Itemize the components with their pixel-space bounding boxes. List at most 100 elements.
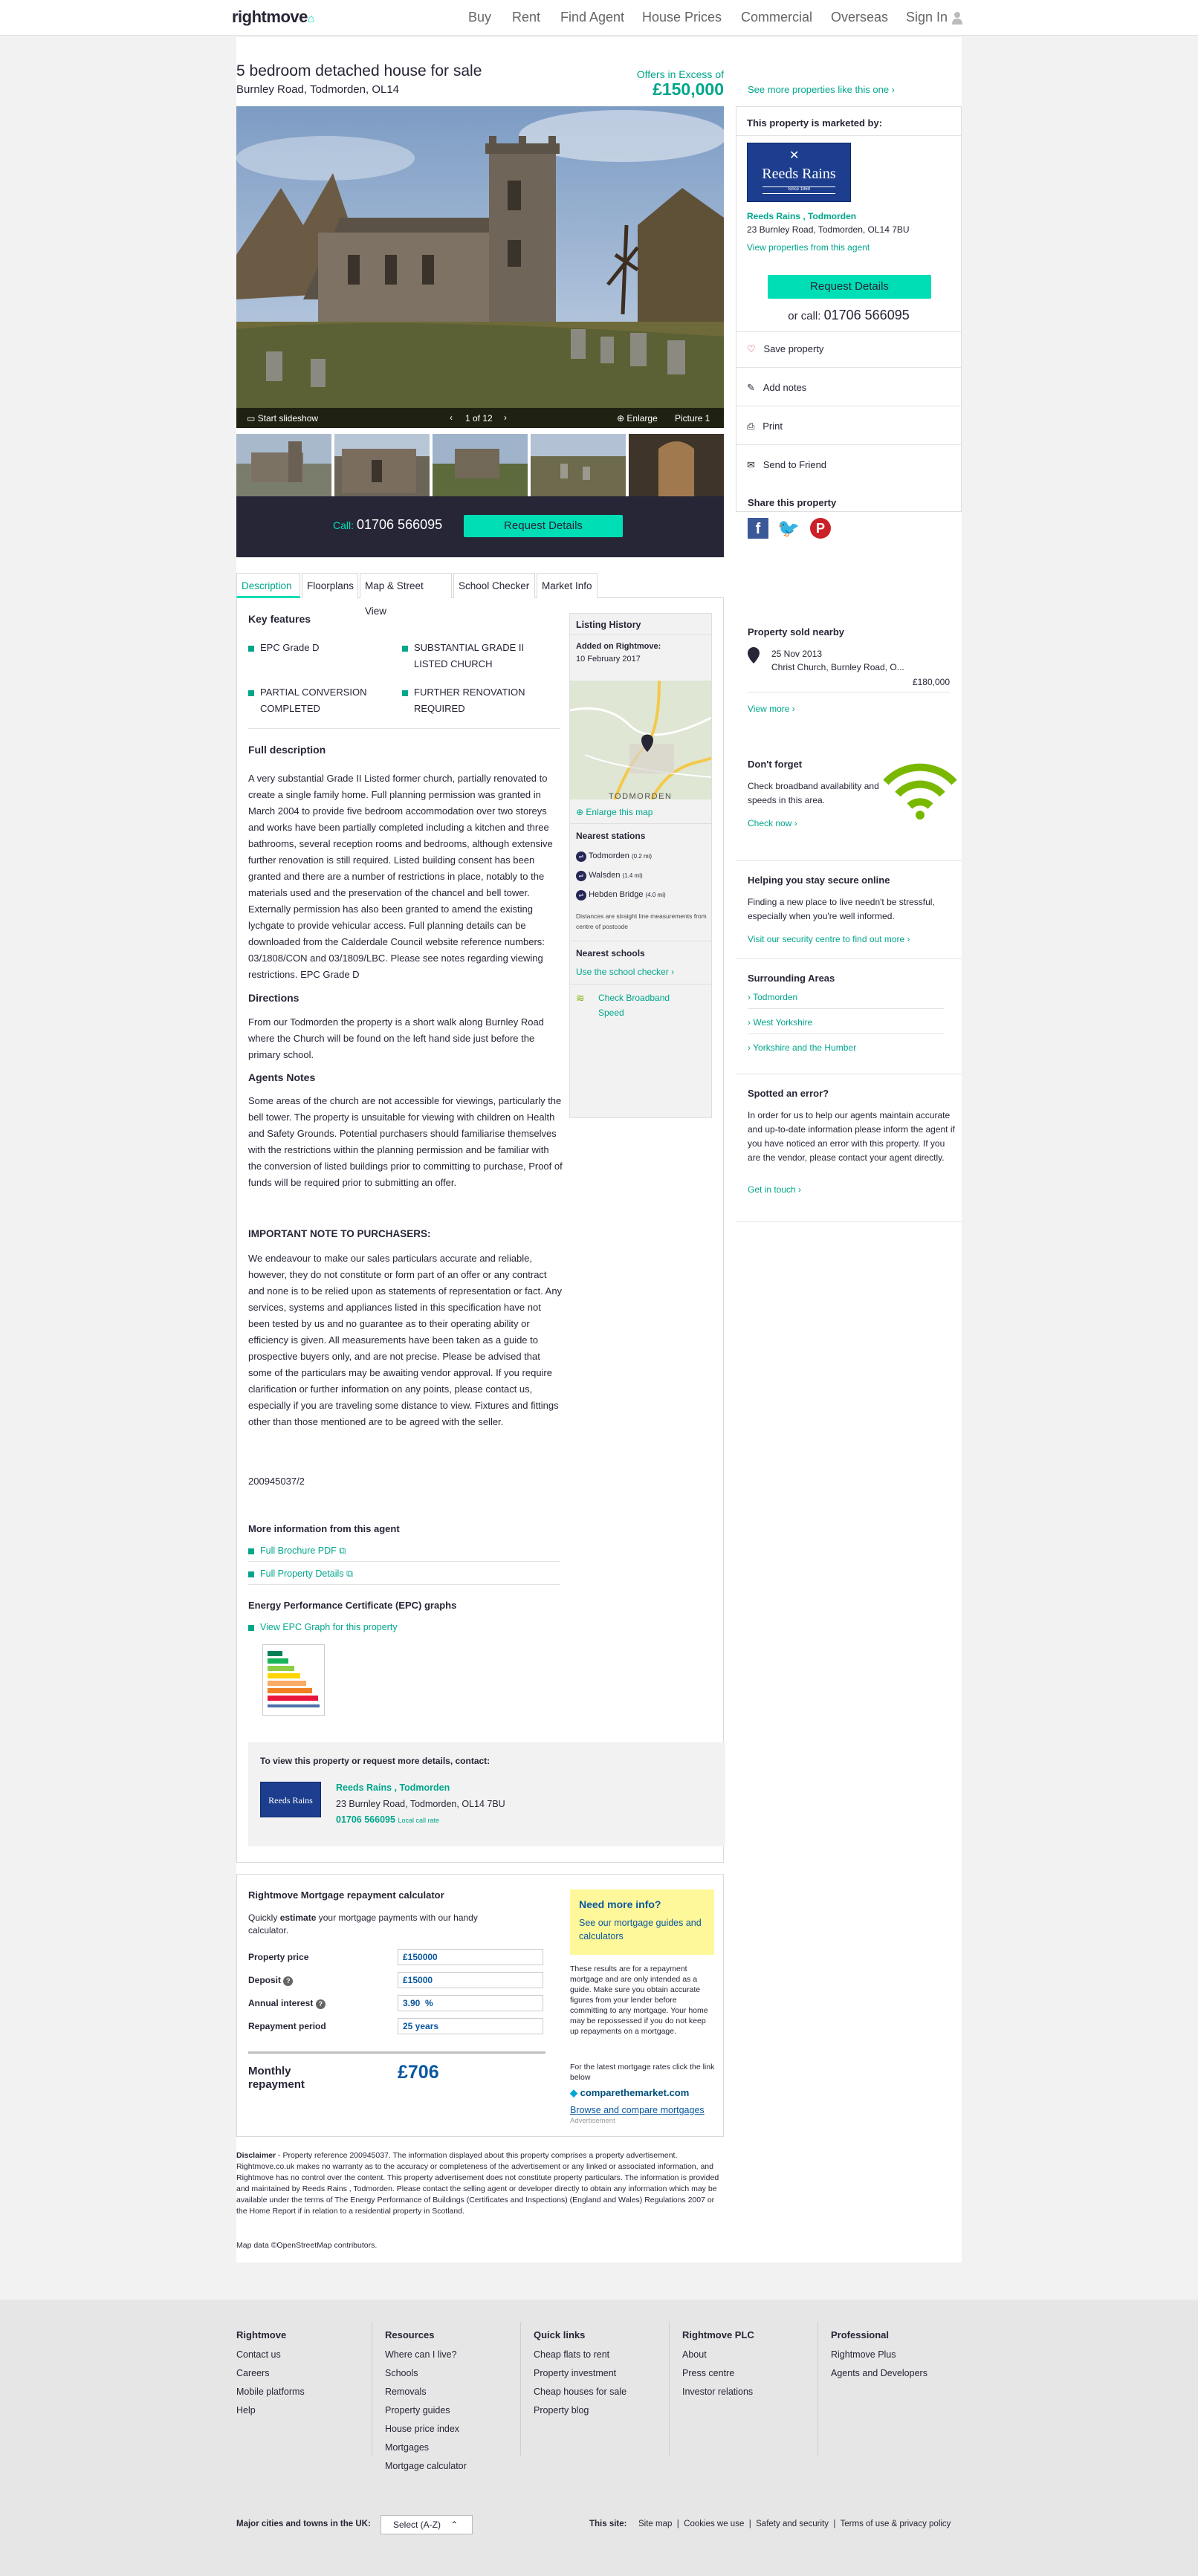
see-more-link[interactable]: See more properties like this one › bbox=[748, 84, 895, 95]
footer-link[interactable]: Property guides bbox=[385, 2405, 526, 2416]
surrounding-area-link[interactable]: › West Yorkshire bbox=[748, 1017, 944, 1034]
tab-school-checker[interactable]: School Checker bbox=[453, 573, 535, 598]
brochure-link[interactable]: Full Brochure PDF ⧉ bbox=[248, 1545, 346, 1557]
check-now-link[interactable]: Check now › bbox=[748, 818, 797, 828]
footer-link[interactable]: Investor relations bbox=[682, 2387, 823, 2397]
footer-link[interactable]: Agents and Developers bbox=[831, 2368, 965, 2378]
rightmove-logo[interactable]: rightmove⌂ bbox=[232, 7, 315, 27]
thumbnail[interactable] bbox=[236, 434, 331, 496]
sold-nearby-widget: Property sold nearby 25 Nov 2013 Christ … bbox=[736, 611, 962, 768]
slideshow-button[interactable]: ▭ Start slideshow bbox=[247, 413, 318, 424]
footer-link[interactable]: Cheap houses for sale bbox=[534, 2387, 675, 2397]
browse-mortgages-link[interactable]: Browse and compare mortgages bbox=[570, 2105, 705, 2115]
footer-link[interactable]: Mortgages bbox=[385, 2442, 526, 2453]
enlarge-button[interactable]: ⊕ Enlarge bbox=[617, 413, 658, 424]
broadband-link[interactable]: ≋ Check Broadband Speed bbox=[576, 990, 687, 1020]
nav-house-prices[interactable]: House Prices bbox=[642, 10, 722, 25]
comparethemarket-logo[interactable]: ◆ comparethemarket.com bbox=[570, 2087, 689, 2099]
next-photo-icon[interactable]: › bbox=[504, 412, 507, 423]
epc-graph-link[interactable]: View EPC Graph for this property bbox=[248, 1622, 398, 1632]
footer-link[interactable]: Removals bbox=[385, 2387, 526, 2397]
nav-overseas[interactable]: Overseas bbox=[831, 10, 888, 25]
footer-column: Quick links Cheap flats to rent Property… bbox=[534, 2329, 675, 2424]
property-price-label: Property price bbox=[248, 1952, 309, 1962]
save-property-button[interactable]: ♡ Save property bbox=[747, 343, 823, 355]
nav-rent[interactable]: Rent bbox=[512, 10, 540, 25]
footer-link[interactable]: Help bbox=[236, 2405, 378, 2416]
facebook-icon[interactable]: f bbox=[748, 518, 768, 539]
footer-link[interactable]: House price index bbox=[385, 2424, 526, 2434]
footer-link[interactable]: Mortgage calculator bbox=[385, 2461, 526, 2471]
agent-properties-link[interactable]: View properties from this agent bbox=[747, 242, 870, 253]
footer-link[interactable]: About bbox=[682, 2349, 823, 2360]
thumbnail[interactable] bbox=[334, 434, 430, 496]
contact-agent-logo[interactable]: Reeds Rains bbox=[260, 1782, 321, 1817]
site-link[interactable]: Safety and security bbox=[756, 2520, 829, 2528]
help-icon[interactable]: ? bbox=[315, 1999, 326, 2009]
footer-link[interactable]: Property investment bbox=[534, 2368, 675, 2378]
prev-photo-icon[interactable]: ‹ bbox=[450, 412, 453, 423]
map-town-label: TODMORDEN bbox=[609, 792, 673, 799]
view-more-link[interactable]: View more › bbox=[748, 704, 795, 714]
agent-phone[interactable]: 01706 566095 bbox=[824, 308, 910, 322]
epc-heading: Energy Performance Certificate (EPC) gra… bbox=[248, 1600, 457, 1611]
nav-commercial[interactable]: Commercial bbox=[741, 10, 812, 25]
tab-map-street-view[interactable]: Map & Street View bbox=[360, 573, 452, 617]
print-button[interactable]: ⎙ Print bbox=[747, 421, 783, 432]
surrounding-area-link[interactable]: › Yorkshire and the Humber bbox=[748, 1042, 856, 1053]
tab-description[interactable]: Description bbox=[236, 573, 300, 598]
wifi-icon: ≋ bbox=[576, 992, 585, 1004]
surrounding-area-link[interactable]: › Todmorden bbox=[748, 992, 944, 1009]
agent-request-details-button[interactable]: Request Details bbox=[768, 275, 931, 299]
site-link[interactable]: Site map bbox=[638, 2520, 672, 2528]
help-icon[interactable]: ? bbox=[283, 1976, 294, 1986]
footer-link[interactable]: Contact us bbox=[236, 2349, 378, 2360]
request-details-button[interactable]: Request Details bbox=[464, 515, 623, 537]
get-in-touch-link[interactable]: Get in touch › bbox=[748, 1184, 801, 1195]
mortgage-guides-link[interactable]: See our mortgage guides and calculators bbox=[579, 1916, 705, 1943]
repayment-period-input[interactable] bbox=[398, 2018, 543, 2034]
deposit-input[interactable] bbox=[398, 1972, 543, 1988]
footer-link[interactable]: Where can I live? bbox=[385, 2349, 526, 2360]
tab-market-info[interactable]: Market Info bbox=[537, 573, 598, 598]
main-property-photo[interactable] bbox=[236, 106, 724, 428]
agent-logo-since: Since 1869 bbox=[762, 186, 835, 194]
agent-name[interactable]: Reeds Rains , Todmorden bbox=[747, 211, 856, 221]
site-link[interactable]: Terms of use & privacy policy bbox=[841, 2520, 951, 2528]
error-heading: Spotted an error? bbox=[748, 1088, 829, 1099]
pinterest-icon[interactable]: P bbox=[810, 518, 831, 539]
property-price-input[interactable] bbox=[398, 1949, 543, 1965]
add-notes-button[interactable]: ✎ Add notes bbox=[747, 382, 806, 394]
nav-find-agent[interactable]: Find Agent bbox=[560, 10, 624, 25]
nav-buy[interactable]: Buy bbox=[468, 10, 491, 25]
agent-logo[interactable]: ✕ Reeds Rains Since 1869 bbox=[747, 143, 851, 202]
security-link[interactable]: Visit our security centre to find out mo… bbox=[748, 934, 910, 944]
footer-link[interactable]: Schools bbox=[385, 2368, 526, 2378]
thumbnail[interactable] bbox=[629, 434, 724, 496]
property-details-link[interactable]: Full Property Details ⧉ bbox=[248, 1568, 353, 1580]
call-phone[interactable]: 01706 566095 bbox=[357, 517, 442, 533]
contact-agent-phone[interactable]: 01706 566095 Local call rate bbox=[336, 1814, 439, 1825]
epc-graph-thumbnail[interactable] bbox=[262, 1644, 325, 1716]
mortgage-calculator: Rightmove Mortgage repayment calculator … bbox=[236, 1874, 724, 2137]
footer-link[interactable]: Careers bbox=[236, 2368, 378, 2378]
footer-link[interactable]: Property blog bbox=[534, 2405, 675, 2416]
thumbnail[interactable] bbox=[433, 434, 528, 496]
user-icon[interactable] bbox=[952, 11, 962, 25]
twitter-icon[interactable]: 🐦 bbox=[777, 518, 800, 539]
site-link[interactable]: Cookies we use bbox=[684, 2520, 744, 2528]
tab-floorplans[interactable]: Floorplans bbox=[302, 573, 358, 598]
footer-link[interactable]: Mobile platforms bbox=[236, 2387, 378, 2397]
interest-input[interactable] bbox=[398, 1995, 543, 2011]
area-map[interactable]: TODMORDEN bbox=[570, 681, 711, 799]
cities-select[interactable]: Select (A-Z) ⌃ bbox=[381, 2515, 473, 2534]
footer-link[interactable]: Rightmove Plus bbox=[831, 2349, 965, 2360]
enlarge-map-link[interactable]: ⊕ Enlarge this map bbox=[576, 807, 653, 817]
footer-link[interactable]: Cheap flats to rent bbox=[534, 2349, 675, 2360]
send-to-friend-button[interactable]: ✉ Send to Friend bbox=[747, 459, 826, 471]
school-checker-link[interactable]: Use the school checker › bbox=[576, 967, 674, 977]
contact-agent-name[interactable]: Reeds Rains , Todmorden bbox=[336, 1782, 450, 1793]
nav-sign-in[interactable]: Sign In bbox=[906, 10, 948, 25]
footer-link[interactable]: Press centre bbox=[682, 2368, 823, 2378]
thumbnail[interactable] bbox=[531, 434, 626, 496]
